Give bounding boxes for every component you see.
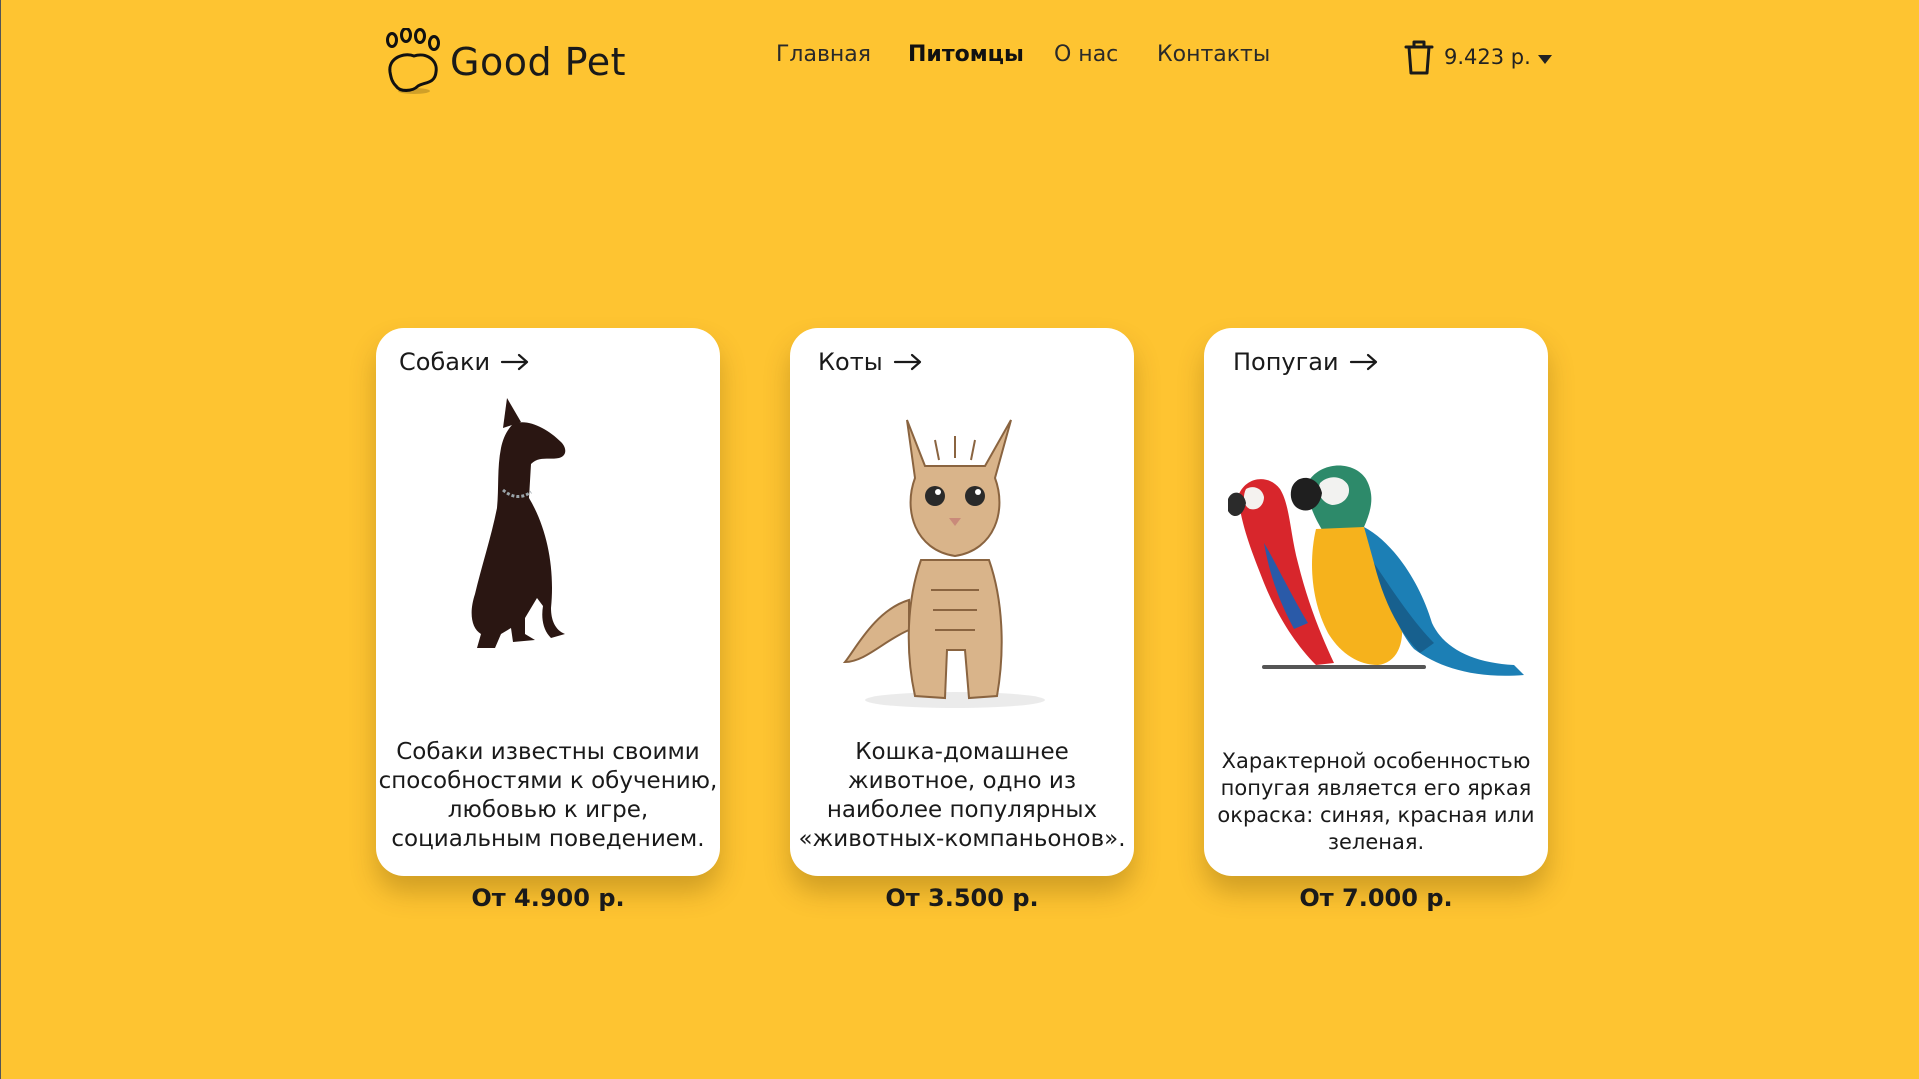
card-description: Характерной особенностью попугая являетс… [1217, 749, 1535, 854]
pet-card-dogs[interactable]: Собаки Собаки известны своими способност… [376, 328, 720, 876]
caret-down-icon [1537, 54, 1552, 64]
arrow-right-icon [883, 352, 923, 372]
macaw-parrots-image [1228, 465, 1524, 676]
nav-link-contacts[interactable]: Контакты [1157, 42, 1270, 67]
arrow-right-icon [1339, 352, 1379, 372]
cart-button[interactable]: 9.423 р. [1402, 38, 1552, 76]
arrow-right-icon [490, 352, 530, 372]
price-cats: От 3.500 р. [885, 884, 1039, 912]
nav-link-about[interactable]: О нас [1054, 42, 1118, 67]
card-title: Собаки [399, 348, 491, 376]
nav-link-home[interactable]: Главная [776, 42, 871, 67]
cart-total: 9.423 р. [1444, 45, 1531, 69]
pet-card-parrots[interactable]: Попугаи Характерной особенностью попугая… [1204, 328, 1548, 876]
card-header[interactable]: Попугаи [1233, 348, 1379, 376]
price-dogs: От 4.900 р. [471, 884, 625, 912]
card-title: Попугаи [1233, 348, 1339, 376]
main-nav: Главная Питомцы О нас Контакты [0, 42, 1919, 72]
trash-bag-icon [1404, 40, 1434, 75]
doberman-dog-image [471, 398, 566, 648]
card-description: Кошка-домашнее животное, одно из наиболе… [798, 739, 1126, 852]
card-title: Коты [818, 348, 883, 376]
left-edge-line [0, 0, 1, 1079]
card-header[interactable]: Коты [818, 348, 923, 376]
nav-link-pets[interactable]: Питомцы [908, 42, 1024, 67]
tabby-kitten-image [842, 419, 1045, 708]
card-description: Собаки известны своими способностями к о… [378, 739, 718, 852]
pet-card-cats[interactable]: Коты Кошка-домашнее животное, одно из на… [790, 328, 1134, 876]
card-header[interactable]: Собаки [399, 348, 530, 376]
price-parrots: От 7.000 р. [1299, 884, 1453, 912]
